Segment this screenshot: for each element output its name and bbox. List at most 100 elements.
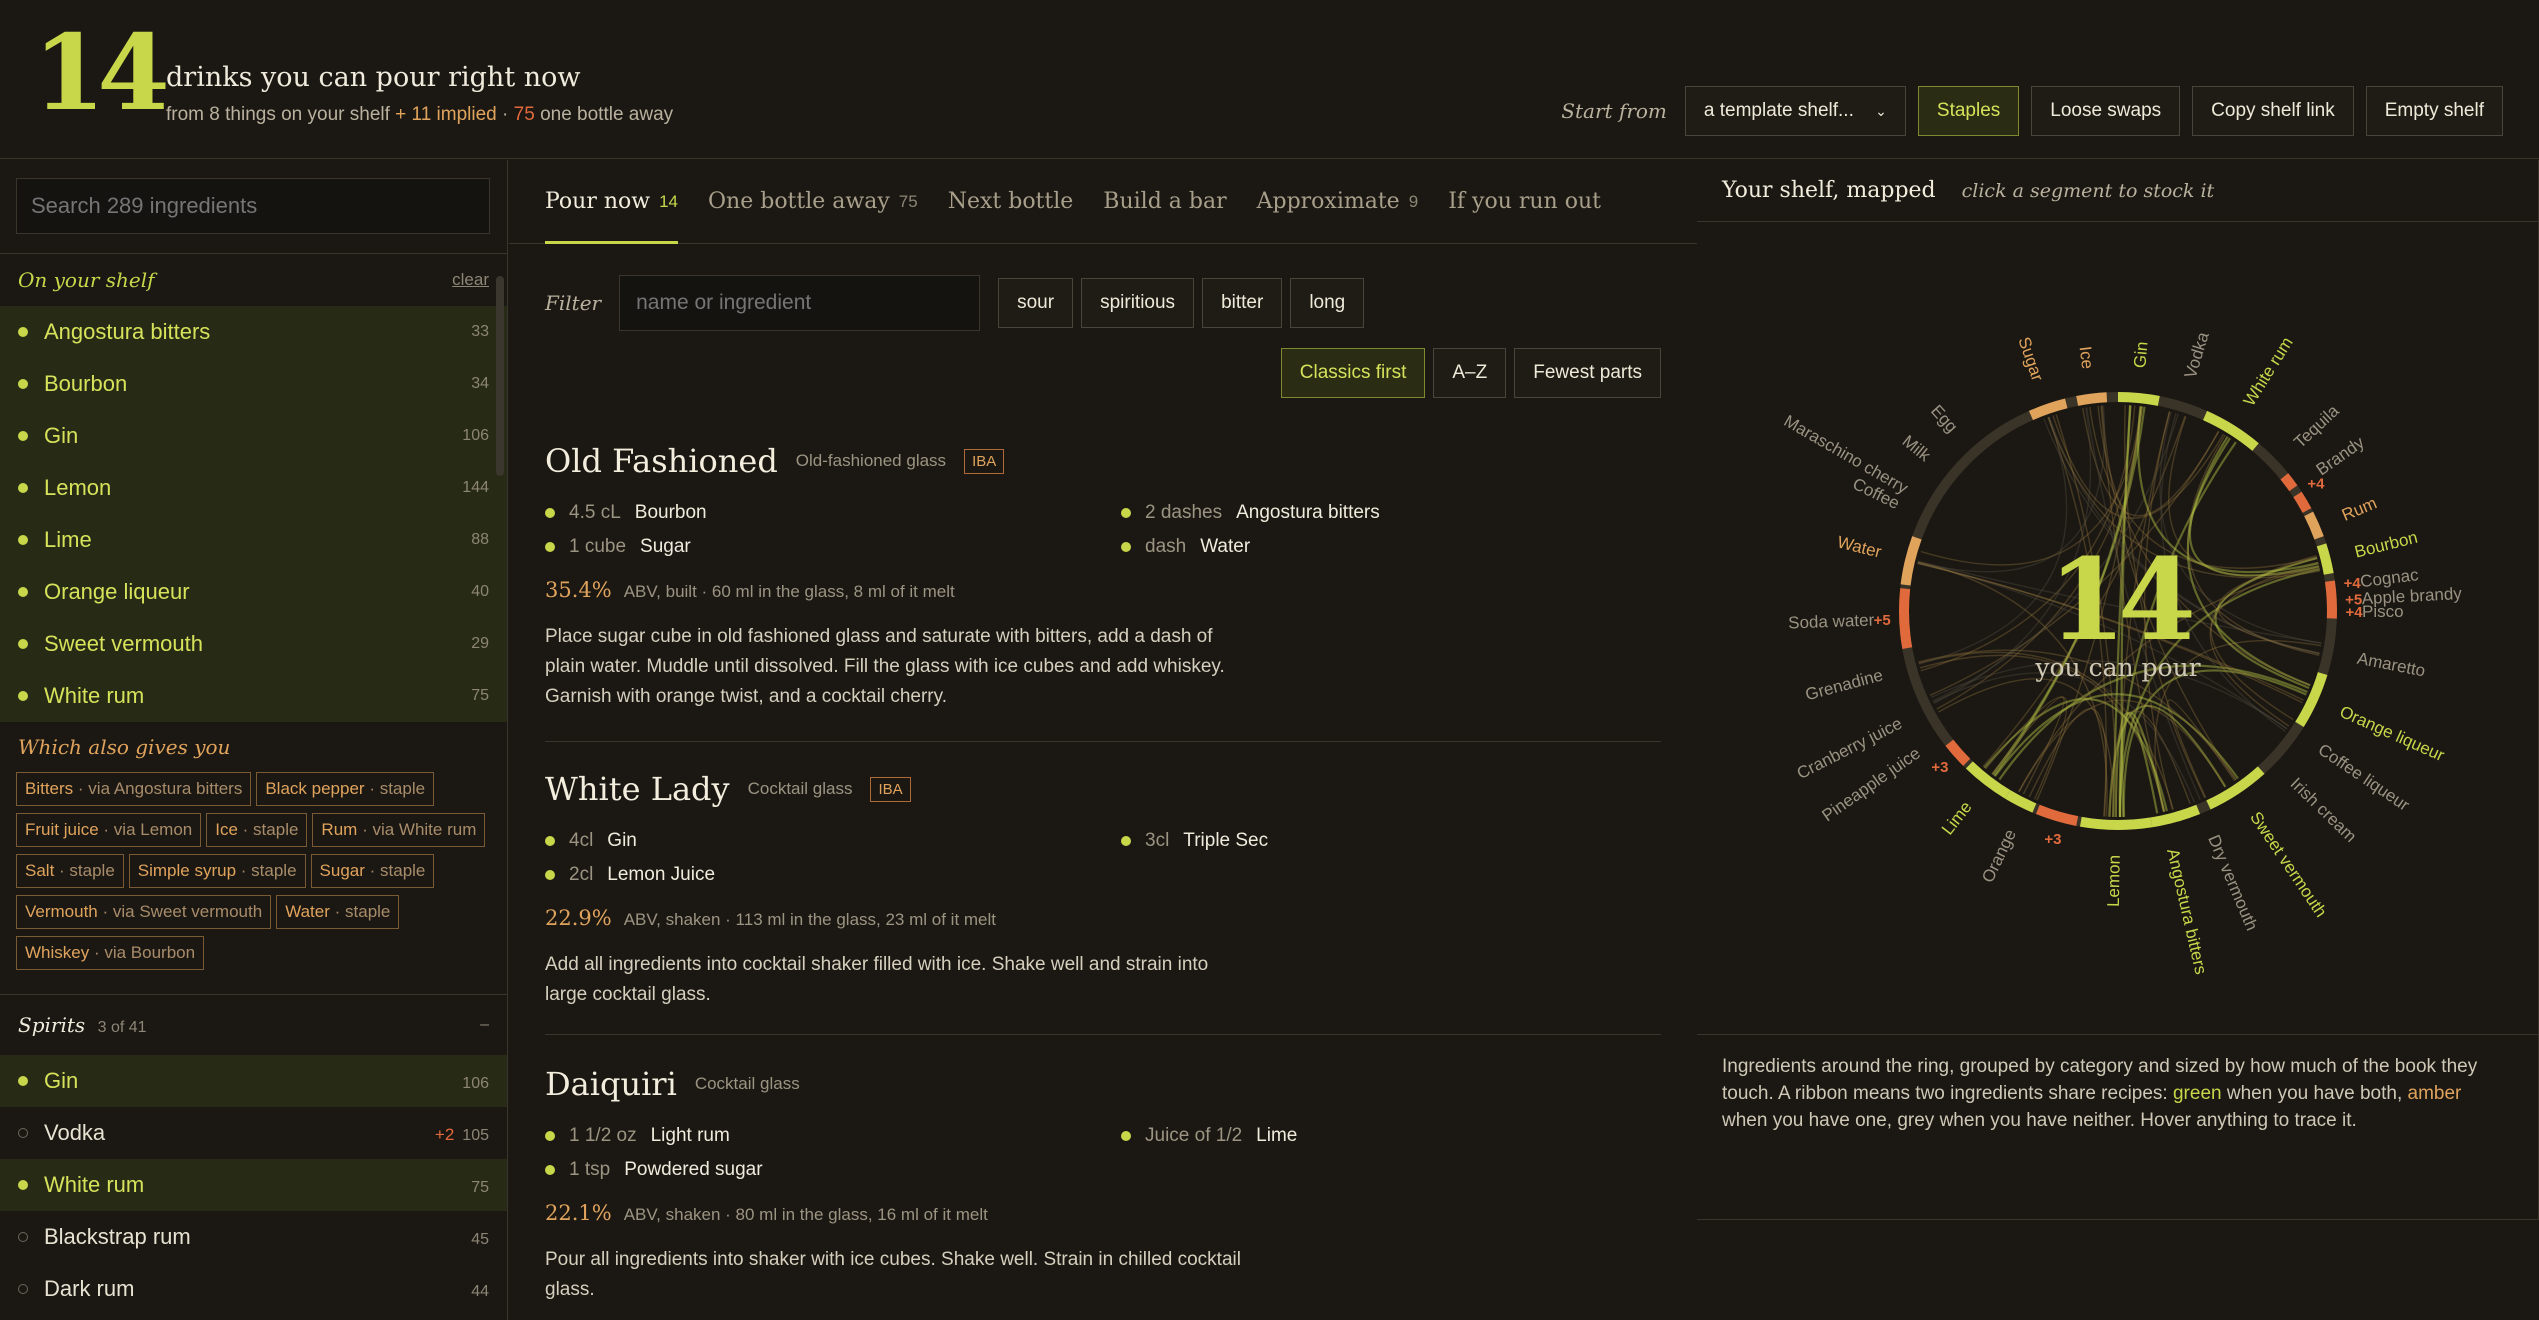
ring-segment[interactable] [2293, 491, 2312, 513]
chord-svg[interactable]: 14you can pour Maraschino cherry Sugar Ice G… [1697, 223, 2539, 1035]
ring-segment[interactable] [1899, 588, 1913, 650]
ring-label[interactable]: +4 [2307, 475, 2325, 492]
ring-label[interactable]: Water [1835, 532, 1883, 561]
implied-chip[interactable]: Simple syrup · staple [128, 854, 306, 888]
spirit-item[interactable]: Blackstrap rum 45 [0, 1211, 507, 1263]
ring-label[interactable]: Vodka [2181, 329, 2213, 380]
ring-label[interactable]: Irish cream [2287, 774, 2361, 846]
ring-label[interactable]: +5 [1874, 612, 1891, 629]
ring-segment[interactable] [1945, 739, 1971, 766]
implied-chip[interactable]: Fruit juice · via Lemon [16, 813, 202, 847]
ribbon[interactable] [2187, 434, 2320, 657]
spirits-section-header[interactable]: Spirits 3 of 41 – [0, 995, 507, 1055]
ring-label[interactable]: Sweet vermouth [2246, 808, 2330, 920]
ingredient-search-input[interactable] [16, 178, 490, 234]
ring-label[interactable]: Lemon [2104, 855, 2124, 907]
collapse-toggle[interactable]: – [480, 1016, 489, 1034]
clear-shelf-link[interactable]: clear [452, 270, 489, 290]
shelf-item[interactable]: Bourbon 34 [0, 358, 507, 410]
tab-one-bottle-away[interactable]: One bottle away 75 [708, 160, 918, 244]
spirit-item[interactable]: White rum 75 [0, 1159, 507, 1211]
shelf-item[interactable]: Orange liqueur 40 [0, 566, 507, 618]
implied-chip[interactable]: Whiskey · via Bourbon [16, 936, 205, 970]
tag-sour[interactable]: sour [998, 278, 1074, 328]
ring-segment[interactable] [2316, 543, 2334, 575]
tab-if-you-run-out[interactable]: If you run out [1448, 160, 1601, 244]
ring-label[interactable]: Bourbon [2353, 528, 2420, 562]
recipe-filter-input[interactable] [619, 275, 981, 331]
staples-button[interactable]: Staples [1917, 86, 2020, 136]
ring-label[interactable]: Lime [1938, 798, 1976, 839]
shelf-item[interactable]: Gin 106 [0, 410, 507, 462]
ring-segment[interactable] [2304, 511, 2324, 540]
ring-segment[interactable] [2280, 473, 2298, 492]
ring-label[interactable]: +4 [2345, 604, 2363, 621]
ring-label[interactable]: Dry vermouth [2204, 832, 2261, 933]
ribbon[interactable] [2122, 669, 2307, 817]
ring-label[interactable]: Ice [2076, 345, 2098, 370]
implied-chip[interactable]: Water · staple [276, 895, 400, 929]
tag-bitter[interactable]: bitter [1202, 278, 1283, 328]
recipe-card[interactable]: Old Fashioned Old-fashioned glass IBA 4.5 c… [545, 442, 1661, 742]
shelf-item[interactable]: Sweet vermouth 29 [0, 618, 507, 670]
loose-swaps-button[interactable]: Loose swaps [2031, 86, 2181, 136]
tab-build-a-bar[interactable]: Build a bar [1103, 160, 1226, 244]
tab-next-bottle[interactable]: Next bottle [948, 160, 1074, 244]
ring-segment[interactable] [2076, 392, 2108, 406]
ring-segment[interactable] [2028, 398, 2068, 421]
ring-label[interactable]: Tequila [2290, 401, 2343, 452]
sort-classics-first[interactable]: Classics first [1280, 348, 1426, 398]
shelf-item[interactable]: Lemon 144 [0, 462, 507, 514]
ring-label[interactable]: Maraschino cherry [1781, 411, 1912, 498]
ring-segment[interactable] [2117, 392, 2160, 406]
ring-segment[interactable] [2079, 816, 2153, 830]
template-shelf-select[interactable]: a template shelf... ⌄ [1684, 86, 1906, 136]
shelf-item[interactable]: Angostura bitters 33 [0, 306, 507, 358]
ring-segment[interactable] [2295, 672, 2328, 728]
implied-chip[interactable]: Rum · via White rum [312, 813, 486, 847]
ring-segment[interactable] [2324, 580, 2337, 619]
empty-shelf-button[interactable]: Empty shelf [2365, 86, 2503, 136]
tab-pour-now[interactable]: Pour now 14 [545, 160, 679, 244]
ring-label[interactable]: Pisco [2362, 602, 2404, 621]
implied-chip[interactable]: Salt · staple [16, 854, 124, 888]
implied-chip[interactable]: Vermouth · via Sweet vermouth [16, 895, 272, 929]
implied-chip[interactable]: Black pepper · staple [256, 772, 435, 806]
ring-label[interactable]: Soda water [1788, 611, 1875, 633]
sidebar-scrollbar[interactable] [496, 276, 504, 476]
ring-segment[interactable] [2035, 804, 2079, 826]
ring-label[interactable]: Grenadine [1803, 665, 1885, 704]
ring-label[interactable]: +3 [2044, 831, 2061, 848]
implied-chip[interactable]: Sugar · staple [310, 854, 435, 888]
tag-spiritious[interactable]: spiritious [1081, 278, 1195, 328]
ring-label[interactable]: +3 [1931, 759, 1948, 776]
spirit-item[interactable]: Dark rum 44 [0, 1263, 507, 1315]
tab-approximate[interactable]: Approximate 9 [1257, 160, 1419, 244]
ring-label[interactable]: Rum [2339, 493, 2379, 525]
spirit-item[interactable]: Gin 106 [0, 1055, 507, 1107]
ring-segment[interactable] [1900, 536, 1922, 586]
ring-segment[interactable] [2005, 790, 2037, 813]
ring-segment[interactable] [2150, 810, 2183, 828]
copy-shelf-link-button[interactable]: Copy shelf link [2192, 86, 2354, 136]
ring-label[interactable]: Egg [1927, 401, 1961, 436]
implied-chip[interactable]: Bitters · via Angostura bitters [16, 772, 252, 806]
spirit-item[interactable]: Vodka +2 105 [0, 1107, 507, 1159]
sort-a-z[interactable]: A–Z [1433, 348, 1507, 398]
ring-label[interactable]: White rum [2240, 334, 2297, 410]
ring-label[interactable]: Gin [2130, 341, 2151, 369]
ring-segment[interactable] [1965, 761, 2011, 799]
tag-long[interactable]: long [1290, 278, 1365, 328]
chord-diagram[interactable]: 14 you can pour Maraschino cherry Sugar Ice G… [1697, 223, 2539, 1035]
implied-chip[interactable]: Ice · staple [206, 813, 308, 847]
ring-label[interactable]: Angostura bitters [2163, 847, 2210, 976]
ring-label[interactable]: Brandy [2313, 432, 2368, 479]
shelf-item[interactable]: White rum 75 [0, 670, 507, 722]
ring-label[interactable]: Orange [1978, 826, 2020, 885]
ring-label[interactable]: Sugar [2014, 334, 2047, 383]
sort-fewest-parts[interactable]: Fewest parts [1514, 348, 1661, 398]
ring-label[interactable]: Orange liqueur [2337, 702, 2448, 765]
shelf-item[interactable]: Lime 88 [0, 514, 507, 566]
ring-label[interactable]: Amaretto [2356, 649, 2427, 681]
recipe-card[interactable]: White Lady Cocktail glass IBA 4cl Gin 3cl Trip… [545, 770, 1661, 1035]
